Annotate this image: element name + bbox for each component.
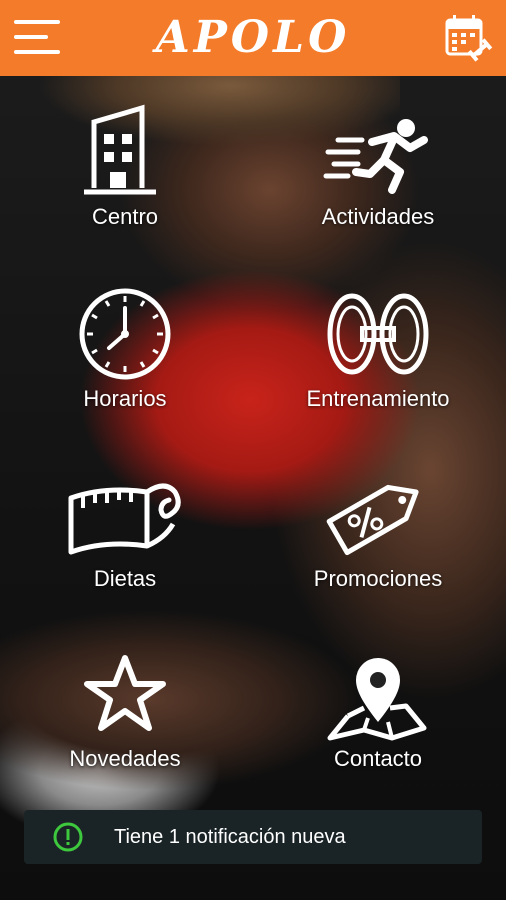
notification-text: Tiene 1 notificación nueva (114, 826, 346, 848)
menu-item-entrenamiento[interactable]: Entrenamiento (268, 282, 488, 432)
notification-toast[interactable]: Tiene 1 notificación nueva (24, 810, 482, 864)
map-pin-icon (327, 658, 427, 741)
calendar-icon[interactable] (442, 12, 494, 64)
menu-item-label: Centro (91, 204, 159, 229)
menu-item-label: Horarios (83, 386, 167, 411)
running-person-icon (323, 119, 428, 194)
menu-item-label: Actividades (321, 204, 435, 229)
menu-item-horarios[interactable]: Horarios (15, 282, 235, 432)
menu-item-label: Novedades (69, 746, 181, 771)
top-app-bar: APOLO (0, 0, 506, 76)
measuring-tape-icon (68, 483, 181, 555)
building-icon (84, 104, 156, 195)
menu-item-actividades[interactable]: Actividades (268, 100, 488, 250)
alert-circle-icon (52, 821, 84, 858)
menu-item-label: Contacto (333, 746, 423, 771)
hamburger-menu-icon[interactable] (14, 17, 62, 57)
menu-item-dietas[interactable]: Dietas (15, 462, 235, 612)
menu-item-label: Promociones (313, 566, 443, 591)
menu-item-label: Entrenamiento (306, 386, 450, 411)
menu-item-novedades[interactable]: Novedades (15, 642, 235, 792)
star-icon (84, 655, 166, 731)
dumbbell-icon (327, 293, 429, 375)
percent-tag-icon (326, 484, 419, 556)
menu-item-label: Dietas (93, 566, 157, 591)
menu-item-centro[interactable]: Centro (15, 100, 235, 250)
app-logo: APOLO (155, 12, 351, 63)
menu-item-promociones[interactable]: Promociones (268, 462, 488, 612)
menu-item-contacto[interactable]: Contacto (268, 642, 488, 792)
clock-icon (79, 288, 171, 380)
